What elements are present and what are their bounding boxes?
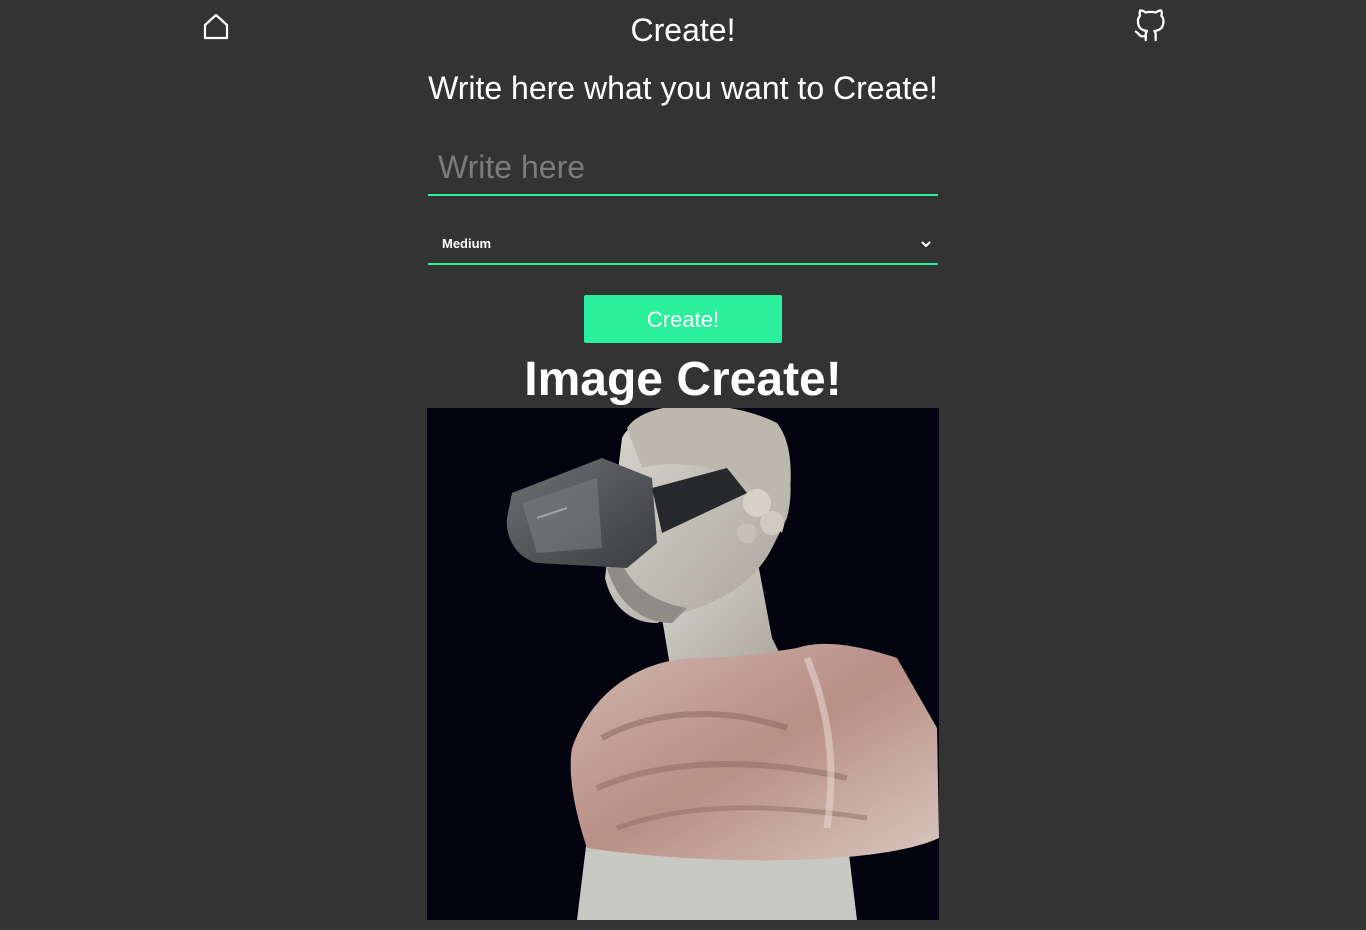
form-heading: Write here what you want to Create! [428, 70, 938, 106]
page: Create! Write here what you want to Crea… [0, 0, 1366, 930]
bust-illustration [427, 408, 939, 920]
size-select-value: Medium [442, 236, 492, 251]
prompt-field [428, 140, 938, 196]
github-icon[interactable] [1133, 9, 1167, 43]
create-button[interactable]: Create! [584, 295, 782, 343]
result-heading: Image Create! [524, 353, 842, 406]
chevron-down-icon [920, 237, 932, 249]
prompt-input[interactable] [428, 140, 938, 194]
size-select[interactable]: Medium [428, 225, 938, 265]
result-image [427, 408, 939, 920]
